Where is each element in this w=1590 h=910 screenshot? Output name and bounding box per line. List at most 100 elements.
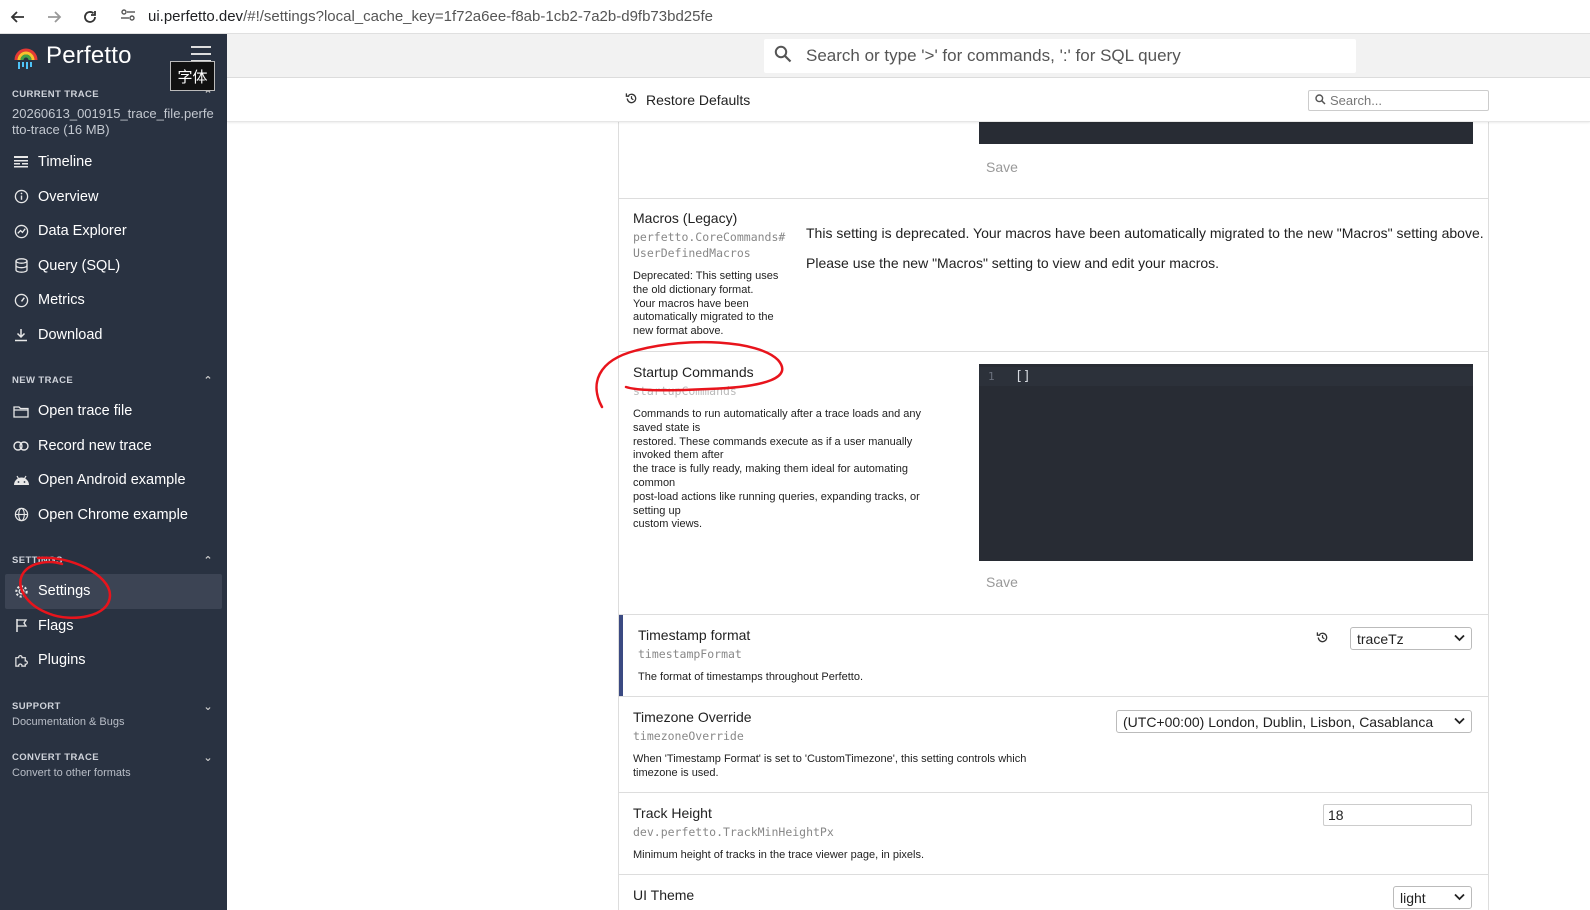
- sidebar-item-metrics[interactable]: Metrics: [0, 283, 227, 318]
- sidebar-item-plugins[interactable]: Plugins: [0, 643, 227, 678]
- description-line: Your macros have been: [633, 297, 749, 310]
- app-name: Perfetto: [46, 42, 132, 69]
- description-line: the trace is fully ready, making them id…: [633, 463, 908, 476]
- setting-description: Commands to run automatically after a tr…: [633, 408, 963, 532]
- description-line: automatically migrated to the: [633, 311, 774, 324]
- settings-content: Save Macros (Legacy) perfetto.CoreComman…: [227, 122, 1590, 910]
- track-height-input[interactable]: 18: [1323, 804, 1472, 826]
- description-line: When 'Timestamp Format' is set to 'Custo…: [633, 753, 1027, 765]
- sidebar-item-open-android-example[interactable]: Open Android example: [0, 463, 227, 498]
- settings-search-input[interactable]: Search...: [1308, 90, 1489, 111]
- forward-button[interactable]: [36, 0, 72, 34]
- ui-theme-select[interactable]: light: [1393, 886, 1472, 909]
- description-line: timezone is used.: [633, 766, 719, 779]
- tooltip: 字体: [170, 61, 215, 91]
- sidebar-item-record-new-trace[interactable]: Record new trace: [0, 429, 227, 464]
- timezone-select[interactable]: (UTC+00:00) London, Dublin, Lisbon, Casa…: [1116, 710, 1472, 733]
- url-path: /#!/settings?local_cache_key=1f72a6ee-f8…: [243, 8, 713, 25]
- description-line: the old dictionary format.: [633, 283, 754, 296]
- sidebar-item-settings[interactable]: Settings: [5, 574, 222, 609]
- arrow-left-icon: [10, 10, 24, 23]
- setting-title: Startup Commands: [633, 364, 754, 380]
- setting-description: Minimum height of tracks in the trace vi…: [633, 849, 925, 861]
- reload-button[interactable]: [72, 0, 108, 34]
- setting-title: Timestamp format: [638, 627, 751, 643]
- sidebar-item-flags[interactable]: Flags: [0, 609, 227, 644]
- startup-commands-editor[interactable]: 1 []: [979, 364, 1473, 561]
- record-icon: [12, 437, 30, 455]
- setting-row-macros-legacy: Macros (Legacy) perfetto.CoreCommands# U…: [619, 199, 1488, 352]
- select-value: light: [1400, 889, 1426, 906]
- setting-key: timezoneOverride: [633, 729, 744, 743]
- puzzle-icon: [12, 651, 30, 669]
- url-host: ui.perfetto.dev: [148, 8, 244, 25]
- section-header-settings[interactable]: SETTINGS ⌃: [0, 552, 227, 568]
- setting-description: When 'Timestamp Format' is set to 'Custo…: [633, 753, 1026, 781]
- folder-icon: [12, 402, 30, 420]
- speed-icon: [12, 291, 30, 309]
- sidebar-item-label: Download: [38, 326, 103, 343]
- description-line: new format above.: [633, 325, 724, 338]
- address-bar[interactable]: ui.perfetto.dev/#!/settings?local_cache_…: [120, 8, 713, 26]
- setting-row-startup-commands: Startup Commands startupCommands Command…: [619, 352, 1488, 615]
- setting-key: timestampFormat: [638, 647, 742, 661]
- sidebar-item-query-sql[interactable]: Query (SQL): [0, 249, 227, 284]
- section-title: NEW TRACE: [12, 374, 74, 386]
- sidebar-item-timeline[interactable]: Timeline: [0, 145, 227, 180]
- editor-code: []: [1015, 369, 1031, 384]
- chevron-down-icon: ⌄: [203, 700, 213, 713]
- timestamp-format-select[interactable]: traceTz: [1350, 627, 1472, 650]
- settings-toolbar: Restore Defaults Search...: [227, 78, 1590, 122]
- description-line: Commands to run automatically after a tr…: [633, 408, 921, 420]
- sidebar-item-label: Settings: [38, 583, 91, 600]
- setting-title: Track Height: [633, 805, 712, 821]
- sidebar-item-open-trace-file[interactable]: Open trace file: [0, 394, 227, 429]
- save-button[interactable]: Save: [986, 159, 1018, 175]
- settings-panel: Save Macros (Legacy) perfetto.CoreComman…: [618, 122, 1489, 910]
- sidebar-item-label: Metrics: [38, 292, 85, 309]
- description-line: post-load actions like running queries, …: [633, 490, 920, 503]
- section-subtitle: Convert to other formats: [12, 766, 131, 779]
- download-icon: [12, 326, 30, 344]
- setting-key: startupCommands: [633, 384, 737, 398]
- omnibox[interactable]: Search or type '>' for commands, ':' for…: [764, 39, 1356, 73]
- flag-icon: [12, 617, 30, 635]
- section-header-support[interactable]: SUPPORT ⌄: [0, 699, 227, 714]
- back-button[interactable]: [0, 0, 36, 34]
- info-icon: [12, 188, 30, 206]
- android-icon: [12, 471, 30, 489]
- arrow-right-icon: [48, 10, 62, 23]
- section-subtitle: Documentation & Bugs: [12, 715, 125, 728]
- sidebar-item-label: Plugins: [38, 652, 86, 669]
- description-line: setting up: [633, 504, 681, 517]
- chevron-up-icon: ⌃: [203, 374, 213, 387]
- setting-description: The format of timestamps throughout Perf…: [638, 671, 863, 683]
- site-settings-icon[interactable]: [120, 8, 136, 26]
- modified-indicator: [619, 615, 623, 696]
- sidebar-item-download[interactable]: Download: [0, 318, 227, 353]
- sidebar: Perfetto 字体 CURRENT TRACE ⌃ 20260613_001…: [0, 34, 227, 910]
- omnibox-placeholder: Search or type '>' for commands, ':' for…: [806, 46, 1181, 65]
- reset-icon[interactable]: [1316, 631, 1329, 647]
- chevron-down-icon: [1454, 631, 1465, 645]
- current-trace-name: 20260613_001915_trace_file.perfetto-trac…: [12, 106, 214, 137]
- setting-row-ui-theme: UI Theme light: [619, 875, 1488, 910]
- description-line: restored. These commands execute as if a…: [633, 435, 913, 448]
- chevron-up-icon: ⌃: [203, 554, 213, 567]
- select-value: (UTC+00:00) London, Dublin, Lisbon, Casa…: [1123, 713, 1434, 730]
- section-header-convert-trace[interactable]: CONVERT TRACE ⌄: [0, 750, 227, 765]
- description-line: common: [633, 476, 676, 489]
- macros-editor[interactable]: [979, 122, 1473, 144]
- restore-defaults-button[interactable]: Restore Defaults: [625, 92, 750, 108]
- section-title: SUPPORT: [12, 700, 61, 712]
- save-button[interactable]: Save: [986, 574, 1018, 590]
- sidebar-item-open-chrome-example[interactable]: Open Chrome example: [0, 498, 227, 533]
- setting-description: Deprecated: This setting uses the old di…: [633, 270, 803, 339]
- sidebar-item-label: Flags: [38, 617, 74, 634]
- section-header-new-trace[interactable]: NEW TRACE ⌃: [0, 372, 227, 388]
- chevron-down-icon: [1454, 714, 1465, 728]
- chevron-down-icon: [1454, 890, 1465, 904]
- sidebar-item-overview[interactable]: Overview: [0, 180, 227, 215]
- sidebar-item-data-explorer[interactable]: Data Explorer: [0, 214, 227, 249]
- section-title: SETTINGS: [12, 554, 63, 566]
